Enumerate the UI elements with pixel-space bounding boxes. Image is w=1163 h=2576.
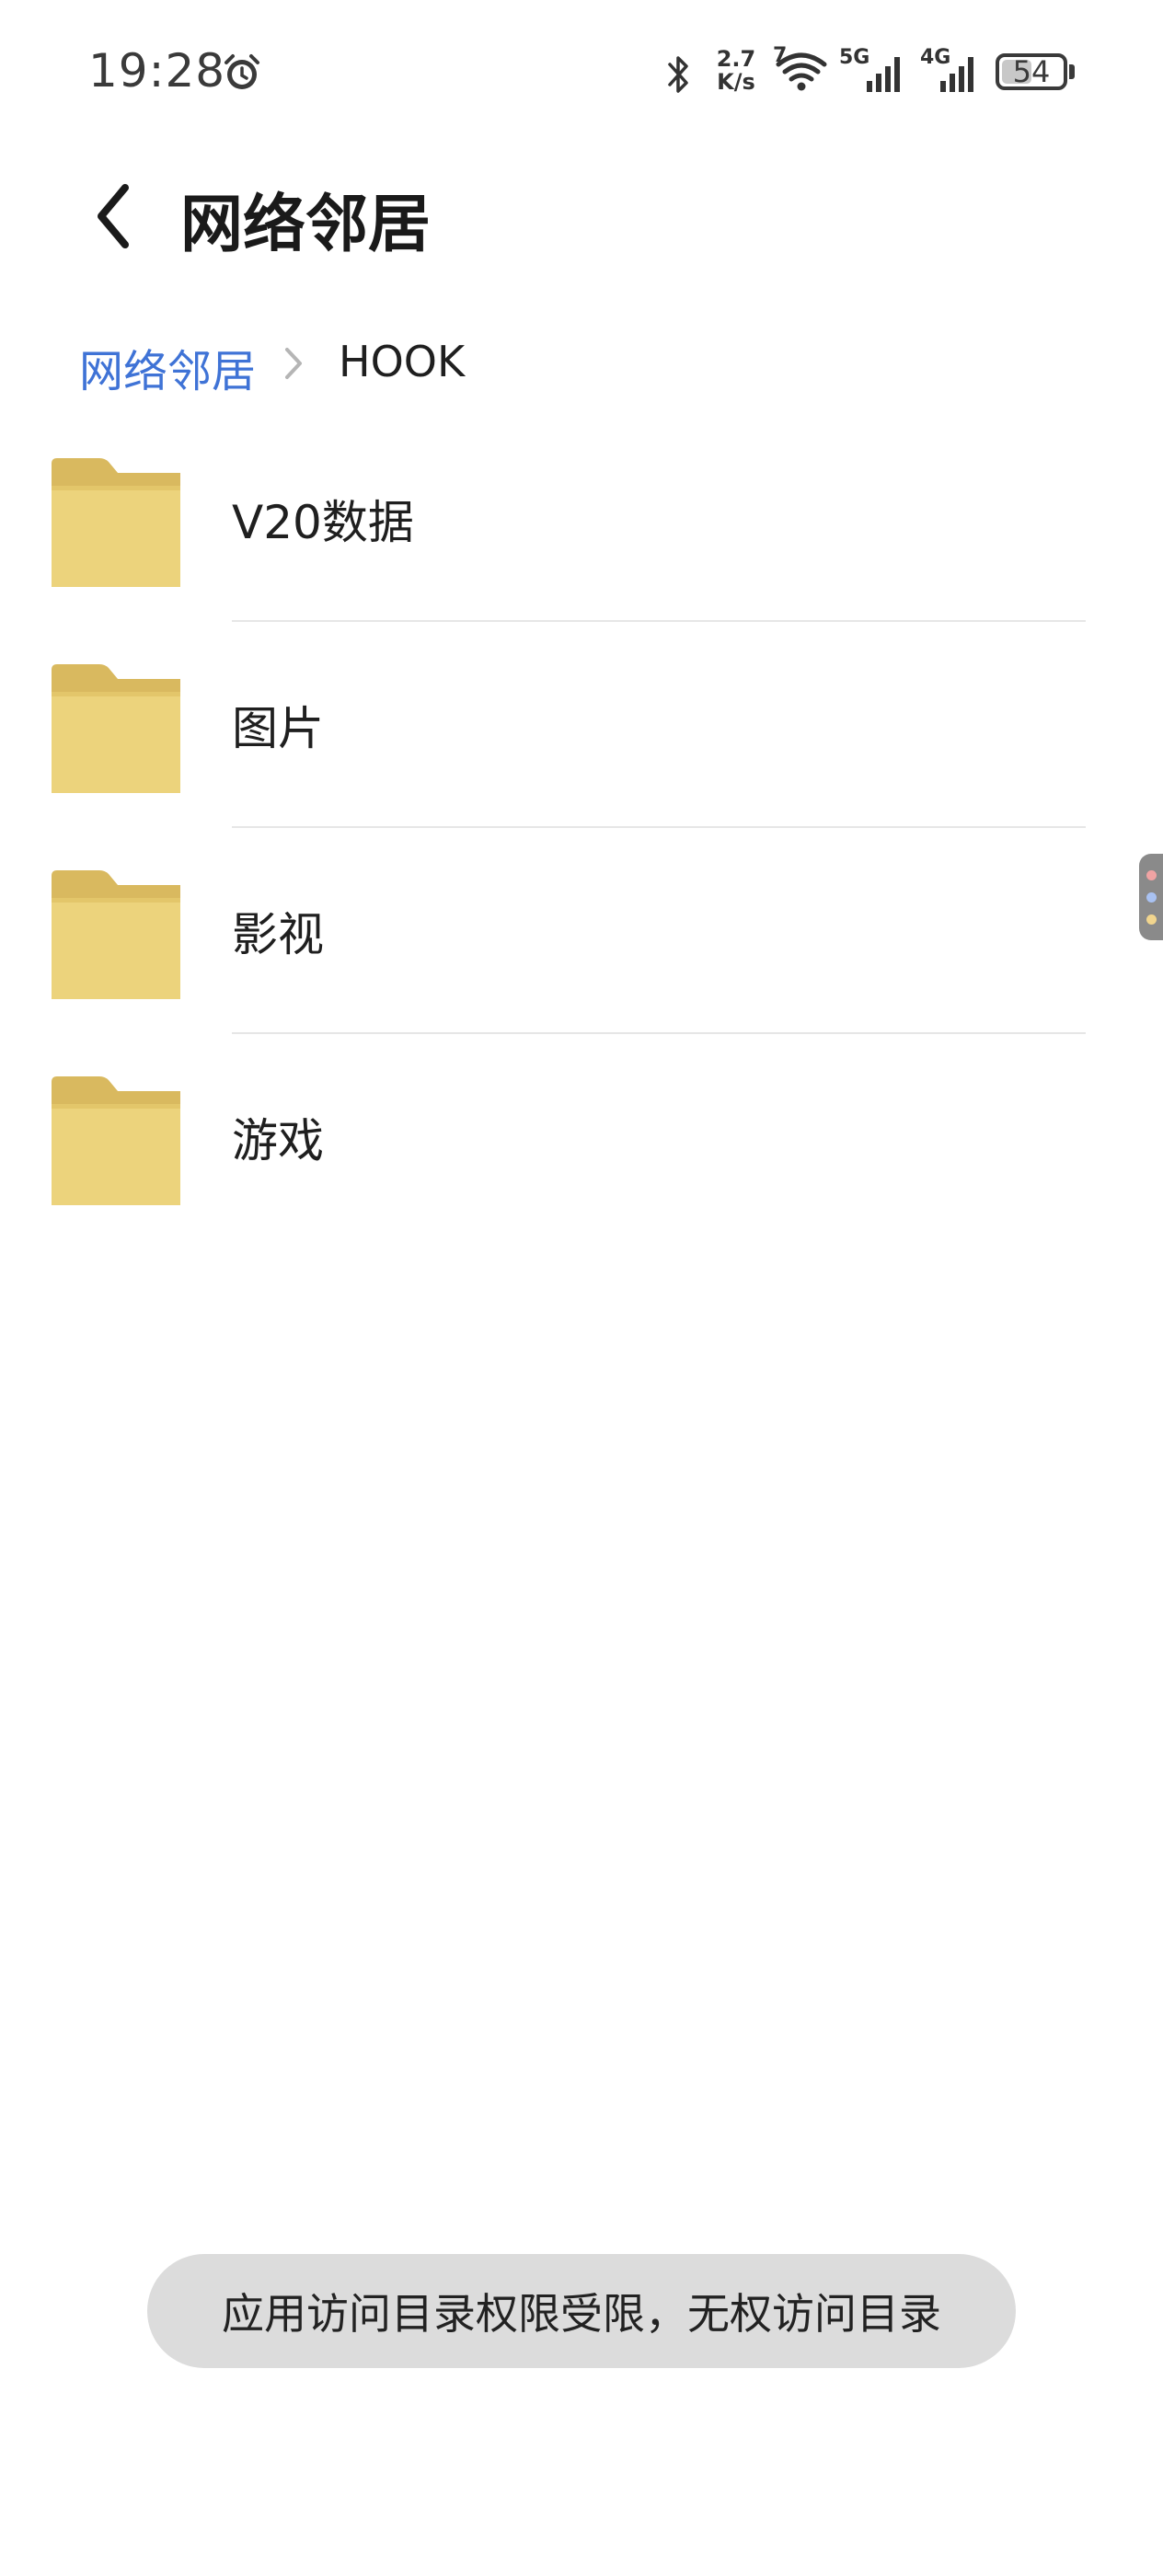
folder-icon: [52, 870, 180, 999]
folder-icon: [52, 458, 180, 587]
folder-icon: [52, 664, 180, 793]
folder-row[interactable]: 影视: [0, 828, 1163, 1034]
bluetooth-icon: [668, 56, 688, 93]
folder-row[interactable]: V20数据: [0, 416, 1163, 622]
folder-name: V20数据: [232, 496, 414, 549]
network-speed-unit: K/s: [717, 69, 755, 95]
toast-text: 应用访问目录权限受限，无权访问目录: [222, 2289, 941, 2339]
network-speed: 2.7 K/s: [712, 48, 760, 94]
floating-sidebar-handle[interactable]: [1139, 854, 1163, 940]
network-speed-value: 2.7: [716, 46, 756, 72]
toast-message: 应用访问目录权限受限，无权访问目录: [147, 2254, 1016, 2368]
chevron-right-icon: [285, 348, 302, 379]
breadcrumb-current: HOOK: [339, 337, 466, 386]
page-title: 网络邻居: [180, 189, 432, 261]
handle-dot-icon: [1146, 914, 1157, 925]
folder-name: 游戏: [232, 1114, 324, 1167]
handle-dot-icon: [1146, 870, 1157, 880]
battery-level: 54: [1012, 54, 1051, 89]
battery-tip: [1069, 64, 1075, 79]
folder-icon: [52, 1076, 180, 1205]
handle-dot-icon: [1146, 892, 1157, 903]
status-bar: 19:28 2.7 K/s 7 5G 4G 54: [0, 0, 1163, 147]
signal-icon: [940, 57, 973, 92]
folder-row[interactable]: 游戏: [0, 1034, 1163, 1240]
wifi-icon: [776, 52, 827, 91]
signal-icon: [867, 57, 900, 92]
back-button[interactable]: [83, 175, 147, 258]
breadcrumb-root[interactable]: 网络邻居: [79, 335, 256, 399]
status-time: 19:28: [88, 44, 226, 98]
folder-row[interactable]: 图片: [0, 622, 1163, 828]
alarm-icon: [225, 54, 259, 89]
folder-list: V20数据图片影视游戏: [0, 416, 1163, 1240]
folder-name: 影视: [232, 908, 324, 961]
folder-name: 图片: [232, 702, 324, 755]
battery-icon: 54: [996, 53, 1067, 90]
